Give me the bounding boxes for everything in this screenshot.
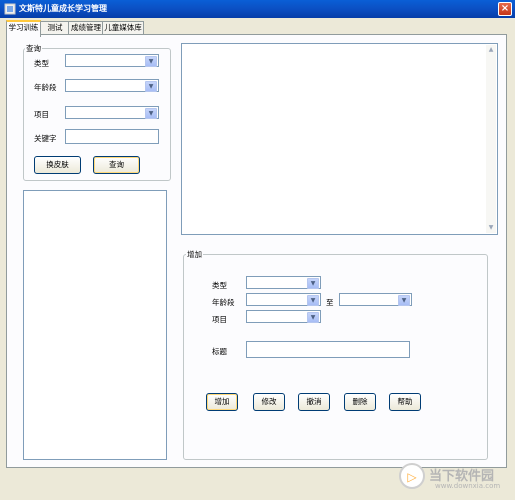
tab-label: 学习训练: [8, 23, 39, 32]
tab-learning[interactable]: 学习训练: [6, 20, 41, 37]
chevron-down-icon: ▼: [145, 108, 157, 119]
delete-button[interactable]: 删除: [344, 393, 376, 411]
tab-scores[interactable]: 成绩管理: [68, 21, 104, 35]
chevron-down-icon: ▼: [145, 81, 157, 92]
results-list[interactable]: [23, 190, 167, 460]
close-icon: ×: [500, 3, 510, 14]
add-item-select[interactable]: ▼: [246, 310, 321, 323]
scroll-up-icon[interactable]: ▲: [486, 45, 496, 55]
app-icon: [4, 3, 16, 15]
query-age-label: 年龄段: [34, 83, 57, 92]
query-item-select[interactable]: ▼: [65, 106, 159, 119]
chevron-down-icon: ▼: [145, 56, 157, 67]
query-button[interactable]: 查询: [93, 156, 140, 174]
tab-label: 测试: [47, 23, 63, 32]
query-legend: 查询: [25, 43, 42, 54]
add-type-select[interactable]: ▼: [246, 276, 321, 289]
add-type-label: 类型: [212, 281, 227, 290]
chevron-down-icon: ▼: [307, 312, 319, 323]
tab-label: 成绩管理: [71, 23, 101, 32]
add-title-label: 标题: [212, 347, 227, 356]
help-button[interactable]: 帮助: [389, 393, 421, 411]
skin-button[interactable]: 换皮肤: [34, 156, 81, 174]
watermark: ▷ 当下软件园 www.downxia.com: [399, 461, 509, 495]
query-age-select[interactable]: ▼: [65, 79, 159, 92]
add-age-from-select[interactable]: ▼: [246, 293, 321, 306]
query-type-select[interactable]: ▼: [65, 54, 159, 67]
scroll-down-icon[interactable]: ▼: [486, 223, 496, 233]
tab-label: 儿童媒体库: [104, 23, 142, 32]
close-button[interactable]: ×: [498, 2, 512, 16]
watermark-url: www.downxia.com: [435, 482, 501, 490]
title-bar: 文斯特儿童成长学习管理 ×: [0, 0, 515, 18]
tab-test[interactable]: 测试: [40, 21, 70, 35]
add-age-to-select[interactable]: ▼: [339, 293, 412, 306]
watermark-logo-icon: ▷: [399, 463, 425, 489]
query-type-label: 类型: [34, 59, 49, 68]
add-item-label: 项目: [212, 315, 227, 324]
keyword-input[interactable]: [65, 129, 159, 144]
age-to-label: 至: [326, 298, 334, 307]
chevron-down-icon: ▼: [307, 278, 319, 289]
add-button[interactable]: 增加: [206, 393, 238, 411]
title-input[interactable]: [246, 341, 410, 358]
window-title: 文斯特儿童成长学习管理: [19, 4, 107, 13]
tab-media-library[interactable]: 儿童媒体库: [102, 21, 144, 35]
query-keyword-label: 关键字: [34, 134, 57, 143]
vertical-scrollbar[interactable]: ▲ ▼: [486, 45, 496, 233]
query-item-label: 项目: [34, 110, 49, 119]
edit-button[interactable]: 修改: [253, 393, 285, 411]
add-legend: 增加: [186, 249, 203, 260]
content-textarea[interactable]: ▲ ▼: [181, 43, 498, 235]
chevron-down-icon: ▼: [307, 295, 319, 306]
chevron-down-icon: ▼: [398, 295, 410, 306]
add-age-label: 年龄段: [212, 298, 235, 307]
cancel-button[interactable]: 撤消: [298, 393, 330, 411]
